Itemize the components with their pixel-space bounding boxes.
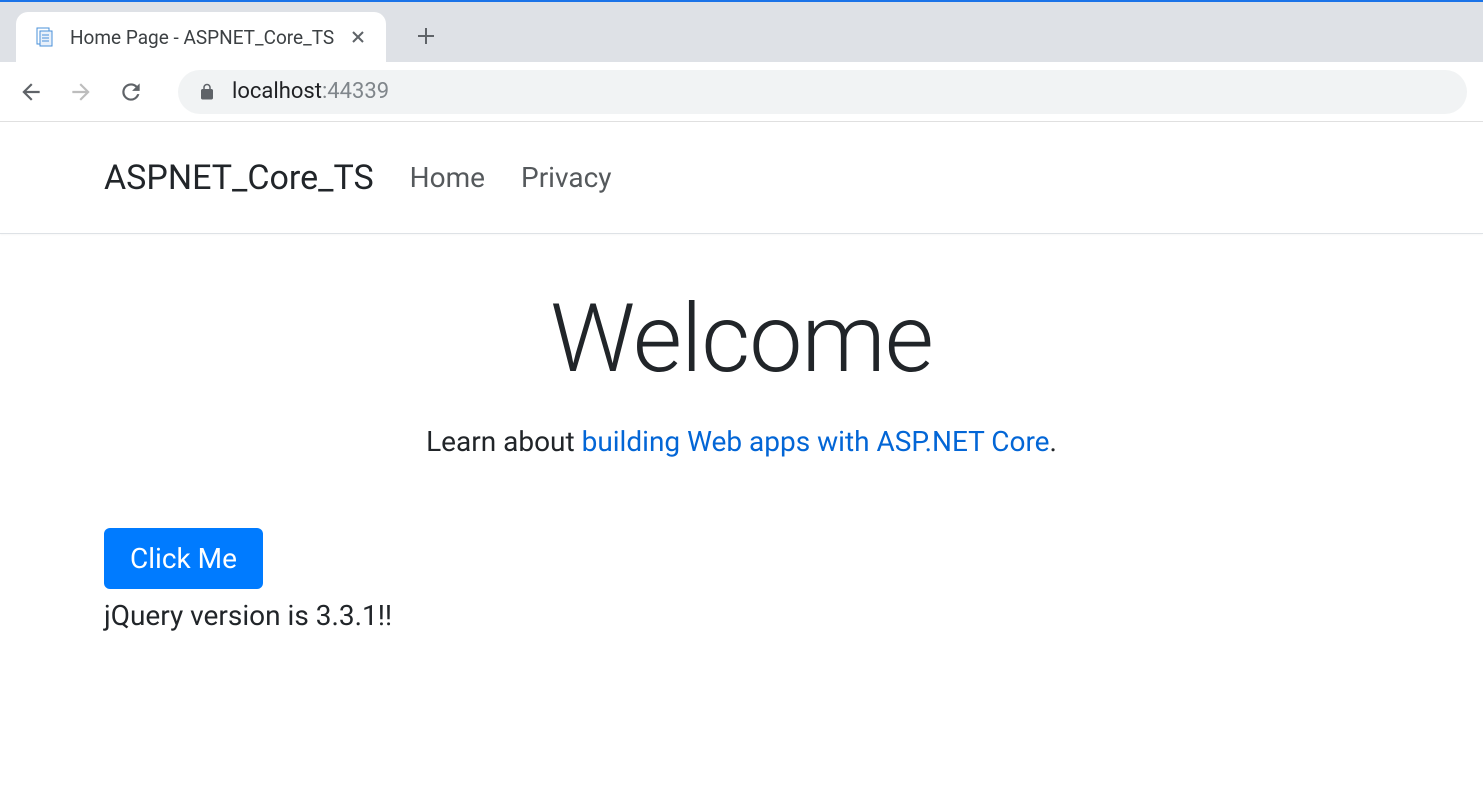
hero-sub-prefix: Learn about	[426, 425, 582, 458]
nav-link-privacy[interactable]: Privacy	[521, 161, 611, 194]
url-host: localhost	[232, 79, 322, 104]
back-button[interactable]	[16, 77, 46, 107]
hero-sub-link[interactable]: building Web apps with ASP.NET Core	[582, 425, 1050, 458]
page-content: ASPNET_Core_TS Home Privacy Welcome Lear…	[0, 122, 1483, 632]
url-text: localhost:44339	[232, 79, 389, 104]
browser-chrome: Home Page - ASPNET_Core_TS	[0, 0, 1483, 122]
body-section: Click Me jQuery version is 3.3.1!!	[0, 458, 1483, 632]
hero-section: Welcome Learn about building Web apps wi…	[0, 234, 1483, 458]
hero-sub-suffix: .	[1050, 425, 1057, 458]
tab-favicon-icon	[34, 26, 56, 48]
lock-icon	[198, 83, 216, 101]
browser-toolbar: localhost:44339	[0, 62, 1483, 122]
hero-title: Welcome	[0, 284, 1483, 395]
new-tab-button[interactable]	[406, 16, 446, 56]
url-port: :44339	[322, 79, 389, 104]
tab-bar: Home Page - ASPNET_Core_TS	[0, 2, 1483, 62]
browser-tab[interactable]: Home Page - ASPNET_Core_TS	[16, 12, 386, 62]
site-navbar: ASPNET_Core_TS Home Privacy	[0, 122, 1483, 234]
reload-button[interactable]	[116, 77, 146, 107]
brand-link[interactable]: ASPNET_Core_TS	[104, 158, 374, 198]
address-bar[interactable]: localhost:44339	[178, 70, 1467, 114]
tab-title: Home Page - ASPNET_Core_TS	[70, 26, 334, 49]
jquery-version-text: jQuery version is 3.3.1!!	[104, 599, 1379, 632]
forward-button[interactable]	[66, 77, 96, 107]
close-tab-icon[interactable]	[348, 27, 368, 47]
hero-subtitle: Learn about building Web apps with ASP.N…	[0, 425, 1483, 458]
nav-link-home[interactable]: Home	[410, 161, 485, 194]
click-me-button[interactable]: Click Me	[104, 528, 263, 589]
